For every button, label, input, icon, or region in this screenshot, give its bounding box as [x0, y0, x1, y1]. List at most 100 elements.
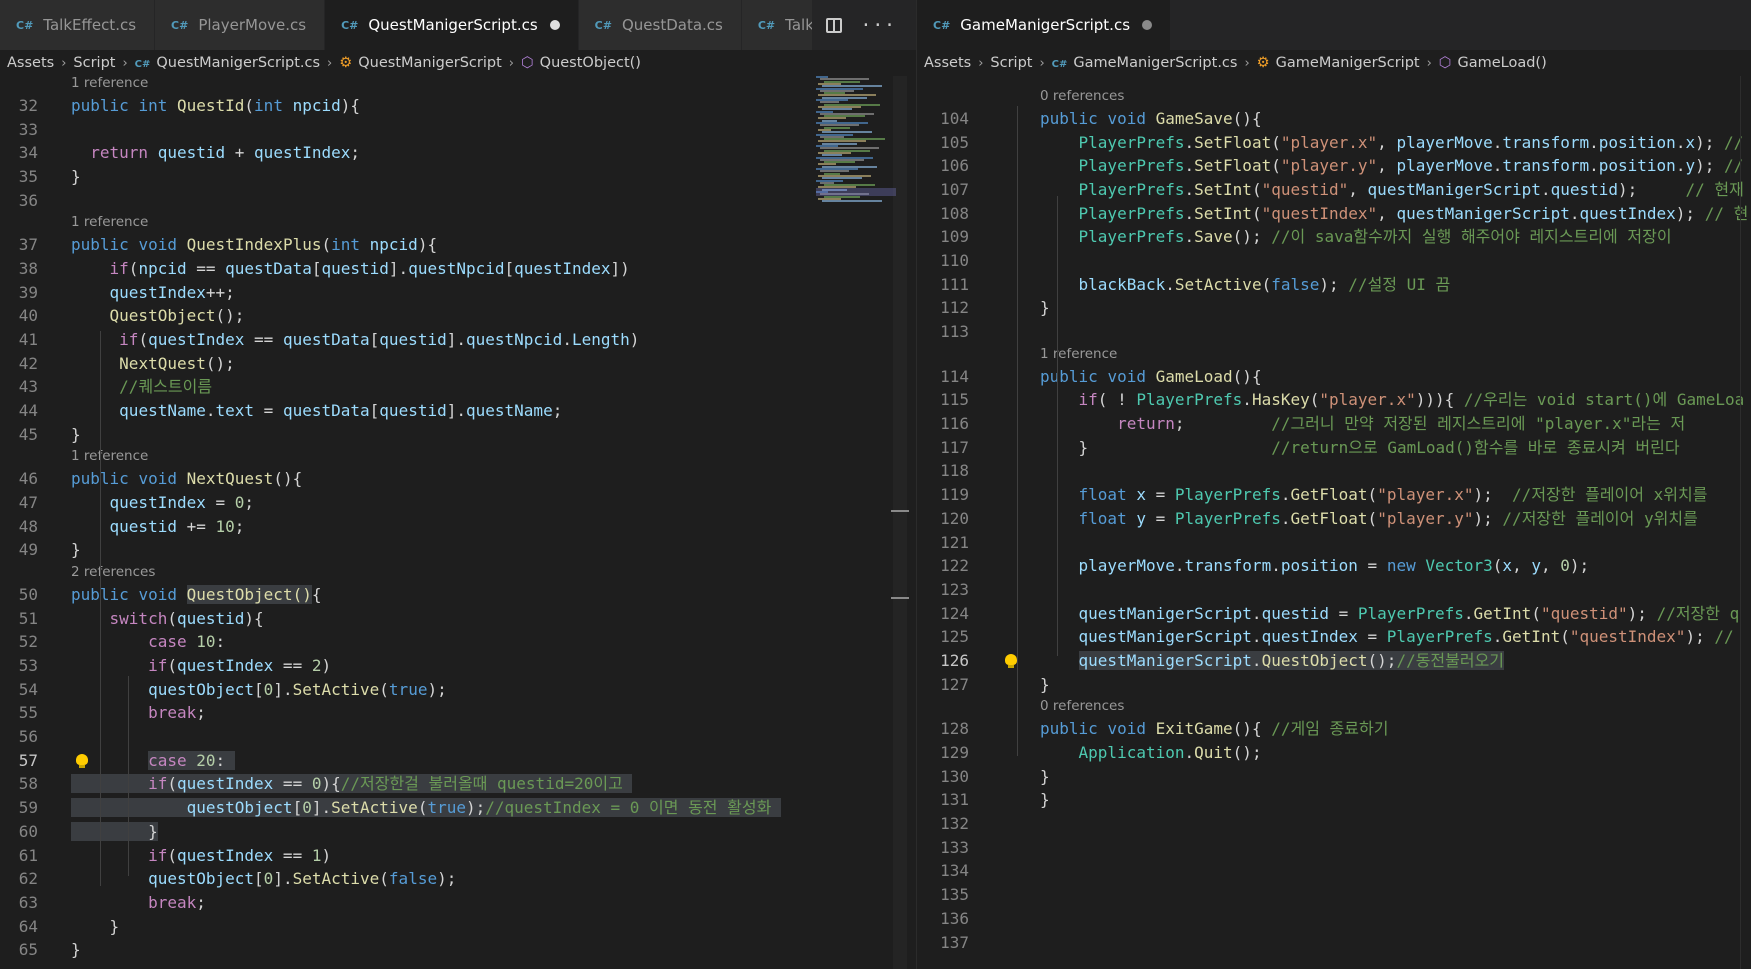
code-token: x	[1685, 132, 1696, 152]
editor-tab[interactable]: C# QuestManigerScript.cs	[325, 0, 579, 50]
code-line: 53 if(questIndex == 2)	[0, 654, 890, 678]
code-token: ){	[321, 774, 341, 794]
code-token: questData	[282, 401, 370, 420]
code-token: NextQuest	[119, 353, 206, 373]
breadcrumb-item[interactable]: ⚙ GameManigerScript	[1257, 55, 1420, 71]
left-vertical-scrollbar[interactable]	[891, 76, 909, 969]
right-vertical-scrollbar[interactable]	[1740, 76, 1751, 969]
line-number: 109	[940, 227, 969, 247]
code-token: );	[1569, 556, 1590, 576]
code-token: .	[1165, 274, 1175, 294]
line-number: 126	[940, 651, 969, 670]
code-token: x	[1136, 485, 1146, 505]
code-token: .	[1242, 390, 1252, 410]
code-token: questid	[379, 401, 447, 420]
code-token: PlayerPrefs	[1386, 627, 1493, 647]
editor-tab[interactable]: C# TalkEffect.cs	[0, 0, 156, 50]
code-token: Application	[1078, 742, 1185, 762]
breadcrumb-item[interactable]: ⬡ QuestObject()	[521, 55, 641, 71]
code-token: .	[205, 401, 216, 420]
code-token: );	[1695, 156, 1724, 176]
code-token: //	[1714, 627, 1734, 647]
split-editor-icon[interactable]	[826, 17, 843, 33]
codelens-references[interactable]: 1 reference	[1040, 346, 1117, 362]
code-token: //이 sava함수까지 실행 해주어야 레지스트리에 저장이	[1271, 227, 1672, 247]
right-code-editor[interactable]: 0 references 104 public void GameSave(){10…	[917, 76, 1751, 969]
breadcrumb-item[interactable]: ⚙ QuestManigerScript	[339, 55, 502, 71]
editor-tab[interactable]: C# PlayerMove.cs	[155, 0, 326, 50]
breadcrumb-item[interactable]: Script	[73, 55, 115, 71]
chevron-right-icon: ›	[978, 55, 984, 71]
code-token: (){	[273, 469, 303, 489]
code-line: 112}	[917, 296, 1747, 320]
code-token: return	[90, 143, 158, 163]
breadcrumb-item[interactable]: Script	[990, 55, 1032, 71]
editor-tab[interactable]: C# QuestData.cs	[578, 0, 742, 50]
code-token: SetFloat	[1194, 156, 1272, 176]
codelens-references[interactable]: 1 reference	[71, 76, 148, 91]
tab-label: PlayerMove.cs	[198, 16, 307, 34]
code-token: SetInt	[1194, 203, 1252, 223]
code-line: 36	[0, 189, 890, 213]
code-token: (	[1251, 203, 1262, 223]
code-token: }	[1040, 674, 1050, 694]
codelens-references[interactable]: 1 reference	[71, 448, 148, 464]
editor-tab[interactable]: C# GameManigerScript.cs	[917, 0, 1172, 50]
code-text: PlayerPrefs.SetFloat("player.x", playerM…	[1040, 131, 1751, 155]
code-token: ++;	[205, 282, 235, 302]
code-text: }	[71, 820, 158, 844]
code-token: ;	[196, 892, 206, 912]
breadcrumb-label: Assets	[7, 55, 55, 71]
code-token: public	[71, 235, 139, 255]
unsaved-dot-icon[interactable]	[549, 20, 560, 30]
code-token: ();	[1232, 742, 1262, 762]
code-token: //저장한걸 불러올때 questid=20이고	[340, 774, 633, 794]
code-token: HasKey	[1251, 390, 1310, 410]
code-token: }	[71, 821, 158, 841]
code-token: blackBack	[1078, 274, 1166, 294]
unsaved-dot-icon[interactable]	[1142, 20, 1153, 30]
code-token: npcid	[369, 235, 418, 255]
breadcrumb-item[interactable]: Assets	[7, 55, 54, 71]
breadcrumb-item[interactable]: C# QuestManigerScript.cs	[135, 55, 320, 71]
code-token: //동전불러오기	[1396, 651, 1505, 670]
codelens-references[interactable]: 2 references	[71, 564, 155, 580]
breadcrumb-item[interactable]: C# GameManigerScript.cs	[1052, 55, 1238, 71]
codelens-references[interactable]: 0 references	[1040, 698, 1124, 714]
code-token: ==	[273, 845, 312, 865]
code-token: .	[1271, 556, 1281, 576]
code-token: "questid"	[1261, 179, 1349, 199]
code-text: if(questIndex == questData[questid].ques…	[71, 328, 639, 352]
codelens-references[interactable]: 0 references	[1040, 88, 1124, 104]
left-code-editor[interactable]: 1 reference 32 public int QuestId(int npci…	[0, 76, 916, 969]
code-text: break;	[71, 891, 206, 915]
code-token: break	[148, 703, 197, 723]
breadcrumb-item[interactable]: ⬡ GameLoad()	[1439, 55, 1547, 71]
chevron-right-icon: ›	[327, 55, 333, 71]
line-number: 132	[940, 814, 969, 833]
code-line: 41 if(questIndex == questData[questid].q…	[0, 328, 890, 352]
breadcrumb-label: QuestManigerScript	[358, 55, 502, 71]
code-token: false	[388, 869, 438, 889]
indent-guide	[1017, 106, 1018, 756]
breadcrumb-item[interactable]: Assets	[924, 55, 971, 71]
code-text: return questid + questIndex;	[71, 141, 360, 165]
csharp-icon: C#	[1051, 59, 1068, 70]
more-actions-icon[interactable]: ···	[860, 15, 896, 36]
chevron-right-icon: ›	[508, 55, 514, 71]
code-line: 123	[917, 578, 1747, 602]
code-token: Length	[571, 329, 630, 349]
code-text: }	[1040, 765, 1050, 789]
code-text: if(questIndex == 2)	[71, 654, 331, 678]
codelens-references[interactable]: 1 reference	[71, 214, 148, 230]
minimap-viewport[interactable]	[816, 188, 896, 196]
lightbulb-icon[interactable]	[1005, 654, 1017, 669]
code-token: 0	[263, 679, 274, 699]
code-token: (	[1367, 508, 1378, 528]
code-token: QuestObject()	[186, 584, 312, 604]
